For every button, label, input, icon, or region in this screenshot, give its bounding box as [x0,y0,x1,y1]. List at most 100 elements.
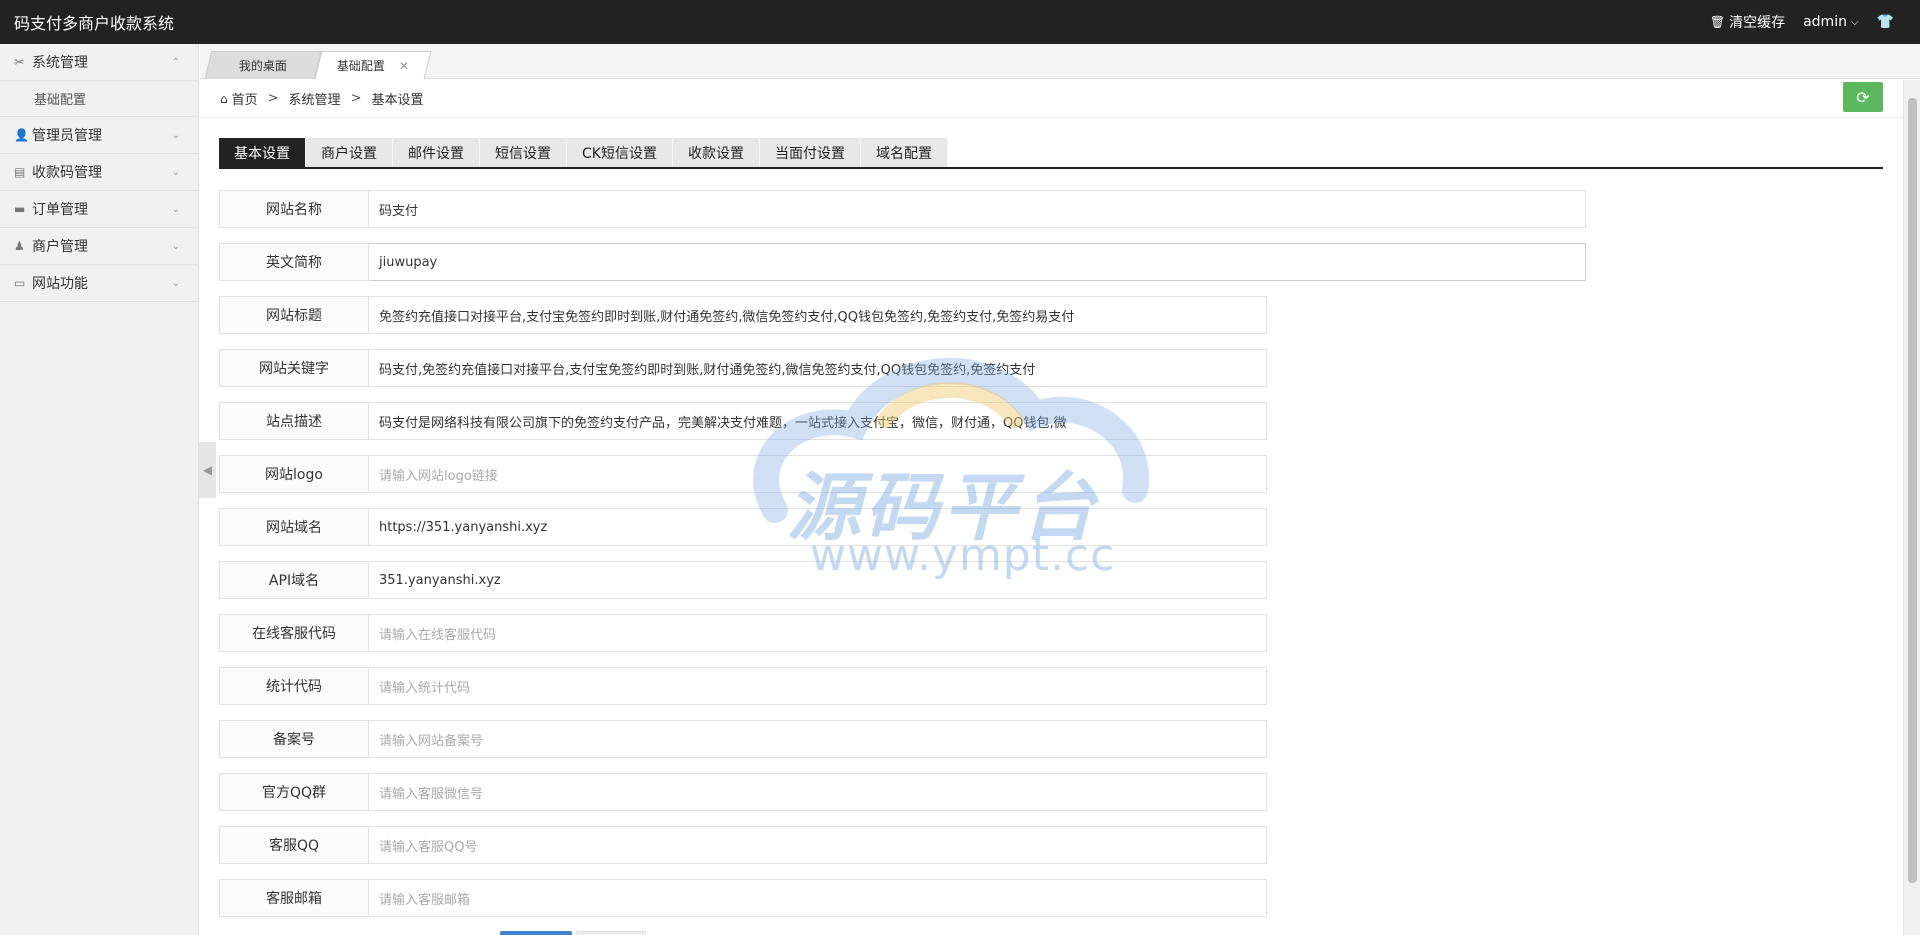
site-logo-input[interactable]: 请输入网站logo链接 [369,455,1267,493]
list-icon: ▤ [14,165,26,179]
scrollbar-thumb[interactable] [1908,98,1917,883]
icp-label: 备案号 [219,720,369,758]
english-name-input[interactable]: jiuwupay [369,243,1586,281]
site-description-label: 站点描述 [219,402,369,440]
api-domain-label: API域名 [219,561,369,599]
wrench-icon: ✂ [14,55,25,69]
english-name-label: 英文简称 [219,243,369,281]
chevron-left-icon: ◀ [202,463,213,477]
qq-group-label: 官方QQ群 [219,773,369,811]
tab-f2f[interactable]: 当面付设置 [759,138,861,167]
tab-mail[interactable]: 邮件设置 [393,138,480,167]
breadcrumb-system[interactable]: 系统管理 [289,89,341,108]
form-row: API域名 351.yanyanshi.xyz [219,561,1586,599]
basic-settings-form: 网站名称 码支付 英文简称 jiuwupay 网站标题 免签约充值接口对接平台,… [219,190,1586,932]
breadcrumb-home[interactable]: 首页 [232,89,258,108]
service-code-label: 在线客服代码 [219,614,369,652]
sidebar-item-merchants[interactable]: ♟ 商户管理 ⌄ [0,228,198,265]
stats-code-input[interactable]: 请输入统计代码 [369,667,1267,705]
refresh-icon: ⟳ [1856,87,1870,107]
site-name-input[interactable]: 码支付 [369,190,1586,228]
tab-ck-sms[interactable]: CK短信设置 [567,138,673,167]
stats-code-label: 统计代码 [219,667,369,705]
chevron-down-icon: ⌄ [171,166,180,178]
form-row: 备案号 请输入网站备案号 [219,720,1586,758]
sidebar-item-qrcodes[interactable]: ▤ 收款码管理 ⌄ [0,154,198,191]
sidebar-item-label: 系统管理 [32,55,88,71]
form-row: 网站标题 免签约充值接口对接平台,支付宝免签约即时到账,财付通免签约,微信免签约… [219,296,1586,334]
breadcrumb-separator: > [267,91,279,106]
breadcrumb-current: 基本设置 [371,93,424,108]
card-icon: ▬ [14,202,26,216]
tab-sms[interactable]: 短信设置 [480,138,567,167]
sidebar-subitem-basic-config[interactable]: 基础配置 [0,81,198,117]
sidebar-item-system[interactable]: ✂ 系统管理 ⌃ [0,44,198,81]
site-title-input[interactable]: 免签约充值接口对接平台,支付宝免签约即时到账,财付通免签约,微信免签约支付,QQ… [369,296,1267,334]
icp-input[interactable]: 请输入网站备案号 [369,720,1267,758]
service-qq-input[interactable]: 请输入客服QQ号 [369,826,1267,864]
sidebar-item-label: 管理员管理 [32,128,102,144]
clear-cache-label: 清空缓存 [1729,15,1786,31]
sidebar-item-label: 收款码管理 [32,165,102,181]
sidebar-item-label: 网站功能 [32,276,88,292]
form-row: 网站关键字 码支付,免签约充值接口对接平台,支付宝免签约即时到账,财付通免签约,… [219,349,1586,387]
form-row: 网站域名 https://351.yanyanshi.xyz [219,508,1586,546]
chevron-up-icon: ⌃ [171,56,180,68]
window-icon: ▭ [14,276,26,290]
sidebar-item-label: 订单管理 [32,202,88,218]
page-tab-desktop[interactable]: 我的桌面 [204,51,322,79]
sidebar-item-admins[interactable]: 👤 管理员管理 ⌄ [0,117,198,154]
user-menu[interactable]: admin ⌵ [1803,14,1858,30]
form-row: 英文简称 jiuwupay [219,243,1586,281]
sidebar-item-site-features[interactable]: ▭ 网站功能 ⌄ [0,265,198,302]
form-row: 在线客服代码 请输入在线客服代码 [219,614,1586,652]
breadcrumb-separator: > [350,91,362,106]
page-scrollbar[interactable] [1903,80,1920,935]
clear-cache-button[interactable]: 🗑 清空缓存 [1710,12,1785,32]
page-tab-basic-config[interactable]: 基础配置 ✕ [314,51,432,79]
refresh-button[interactable]: ⟳ [1843,82,1883,112]
close-icon[interactable]: ✕ [399,59,409,73]
sidebar: ✂ 系统管理 ⌃ 基础配置 👤 管理员管理 ⌄ ▤ 收款码管理 ⌄ ▬ 订单管理… [0,44,199,935]
shirt-icon: 👕 [1876,14,1894,30]
site-domain-input[interactable]: https://351.yanyanshi.xyz [369,508,1267,546]
form-row: 网站logo 请输入网站logo链接 [219,455,1586,493]
top-header: 码支付多商户收款系统 🗑 清空缓存 admin ⌵ 👕 [0,0,1920,44]
form-row: 网站名称 码支付 [219,190,1586,228]
user-name: admin [1803,14,1847,30]
sidebar-collapse-handle[interactable]: ◀ [199,442,216,498]
site-keywords-input[interactable]: 码支付,免签约充值接口对接平台,支付宝免签约即时到账,财付通免签约,微信免签约支… [369,349,1267,387]
chevron-down-icon: ⌄ [171,240,180,252]
tab-payment[interactable]: 收款设置 [672,138,760,167]
theme-button[interactable]: 👕 [1877,14,1894,30]
form-row: 官方QQ群 请输入客服微信号 [219,773,1586,811]
site-domain-label: 网站域名 [219,508,369,546]
chevron-down-icon: ⌄ [171,203,180,215]
reset-button[interactable] [576,931,646,935]
tab-domain[interactable]: 域名配置 [860,138,948,167]
service-code-input[interactable]: 请输入在线客服代码 [369,614,1267,652]
form-row: 站点描述 码支付是网络科技有限公司旗下的免签约支付产品，完美解决支付难题，一站式… [219,402,1586,440]
chevron-down-icon: ⌄ [171,129,180,141]
sidebar-item-orders[interactable]: ▬ 订单管理 ⌄ [0,191,198,228]
qq-group-input[interactable]: 请输入客服微信号 [369,773,1267,811]
site-description-input[interactable]: 码支付是网络科技有限公司旗下的免签约支付产品，完美解决支付难题，一站式接入支付宝… [369,402,1267,440]
merchant-icon: ♟ [14,239,25,253]
user-icon: 👤 [14,128,29,142]
breadcrumb: ⌂ 首页 > 系统管理 > 基本设置 ⟳ [200,80,1903,118]
trash-icon: 🗑 [1709,15,1726,29]
api-domain-input[interactable]: 351.yanyanshi.xyz [369,561,1267,599]
submit-button[interactable] [500,931,572,935]
page-tab-label: 基础配置 [336,59,385,73]
page-tab-label: 我的桌面 [238,59,287,73]
tab-basic[interactable]: 基本设置 [219,138,306,167]
page-tab-strip: 我的桌面 基础配置 ✕ [200,44,1920,79]
app-title: 码支付多商户收款系统 [14,14,175,33]
chevron-down-icon: ⌵ [1850,16,1859,28]
tab-merchant[interactable]: 商户设置 [306,138,393,167]
site-keywords-label: 网站关键字 [219,349,369,387]
service-email-input[interactable]: 请输入客服邮箱 [369,879,1267,917]
chevron-down-icon: ⌄ [171,277,180,289]
form-row: 客服邮箱 请输入客服邮箱 [219,879,1586,917]
form-row: 客服QQ 请输入客服QQ号 [219,826,1586,864]
